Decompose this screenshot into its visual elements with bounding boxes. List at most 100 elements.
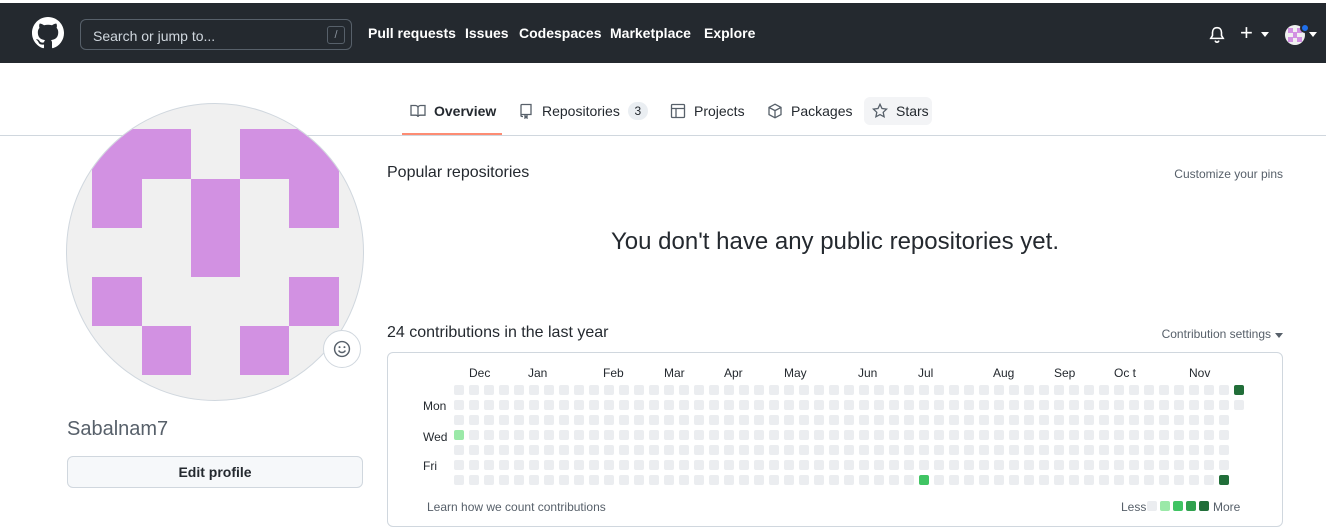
contribution-cell[interactable]: [1189, 460, 1199, 470]
contribution-cell[interactable]: [1159, 430, 1169, 440]
contribution-cell[interactable]: [1159, 475, 1169, 485]
contribution-cell[interactable]: [499, 475, 509, 485]
contribution-cell[interactable]: [979, 415, 989, 425]
contribution-cell[interactable]: [874, 445, 884, 455]
contribution-cell[interactable]: [634, 430, 644, 440]
contribution-cell[interactable]: [589, 400, 599, 410]
contribution-cell[interactable]: [814, 475, 824, 485]
contribution-cell[interactable]: [1234, 400, 1244, 410]
contribution-cell[interactable]: [559, 460, 569, 470]
contribution-cell[interactable]: [889, 385, 899, 395]
contribution-cell[interactable]: [1144, 445, 1154, 455]
create-new-button[interactable]: +: [1240, 22, 1253, 44]
contribution-cell[interactable]: [664, 385, 674, 395]
nav-pull-requests[interactable]: Pull requests: [368, 25, 456, 41]
contribution-cell[interactable]: [1054, 430, 1064, 440]
contribution-cell[interactable]: [484, 460, 494, 470]
contribution-cell[interactable]: [904, 475, 914, 485]
contribution-cell[interactable]: [1174, 400, 1184, 410]
contribution-cell[interactable]: [1129, 475, 1139, 485]
contribution-cell[interactable]: [589, 475, 599, 485]
contribution-cell[interactable]: [994, 385, 1004, 395]
tab-projects[interactable]: Projects: [670, 93, 745, 129]
contribution-cell[interactable]: [454, 460, 464, 470]
contribution-cell[interactable]: [634, 460, 644, 470]
contribution-cell[interactable]: [919, 460, 929, 470]
contribution-cell[interactable]: [1159, 400, 1169, 410]
contribution-cell[interactable]: [1099, 430, 1109, 440]
contribution-cell[interactable]: [979, 445, 989, 455]
contribution-cell[interactable]: [829, 430, 839, 440]
contribution-cell[interactable]: [949, 445, 959, 455]
contribution-cell[interactable]: [1174, 460, 1184, 470]
contribution-cell[interactable]: [619, 460, 629, 470]
contribution-cell[interactable]: [949, 385, 959, 395]
contribution-cell[interactable]: [1024, 475, 1034, 485]
contribution-cell[interactable]: [529, 400, 539, 410]
contribution-cell[interactable]: [844, 430, 854, 440]
contribution-cell[interactable]: [784, 400, 794, 410]
contribution-cell[interactable]: [454, 415, 464, 425]
contribution-cell[interactable]: [1069, 430, 1079, 440]
contribution-cell[interactable]: [1204, 385, 1214, 395]
contribution-cell[interactable]: [1129, 415, 1139, 425]
contribution-cell[interactable]: [484, 385, 494, 395]
contribution-cell[interactable]: [799, 415, 809, 425]
contribution-cell[interactable]: [634, 445, 644, 455]
contribution-cell[interactable]: [784, 460, 794, 470]
contribution-cell[interactable]: [1039, 415, 1049, 425]
contribution-cell[interactable]: [1009, 460, 1019, 470]
contribution-cell[interactable]: [814, 415, 824, 425]
contribution-cell[interactable]: [649, 400, 659, 410]
contribution-cell[interactable]: [1084, 460, 1094, 470]
contribution-cell[interactable]: [934, 475, 944, 485]
contribution-cell[interactable]: [559, 475, 569, 485]
contribution-cell[interactable]: [919, 430, 929, 440]
contribution-cell[interactable]: [1219, 460, 1229, 470]
contribution-cell[interactable]: [844, 445, 854, 455]
contribution-cell[interactable]: [499, 415, 509, 425]
contribution-cell[interactable]: [529, 445, 539, 455]
contribution-cell[interactable]: [499, 385, 509, 395]
contribution-cell[interactable]: [994, 445, 1004, 455]
contribution-cell[interactable]: [1054, 445, 1064, 455]
contribution-cell[interactable]: [859, 460, 869, 470]
contribution-cell[interactable]: [829, 385, 839, 395]
contribution-cell[interactable]: [619, 385, 629, 395]
contribution-cell[interactable]: [784, 430, 794, 440]
contribution-cell[interactable]: [1099, 400, 1109, 410]
contribution-cell[interactable]: [844, 385, 854, 395]
contribution-cell[interactable]: [694, 460, 704, 470]
contribution-cell[interactable]: [469, 445, 479, 455]
contribution-cell[interactable]: [559, 400, 569, 410]
contribution-cell[interactable]: [769, 460, 779, 470]
contribution-cell[interactable]: [1084, 400, 1094, 410]
contribution-cell[interactable]: [514, 475, 524, 485]
contribution-cell[interactable]: [589, 460, 599, 470]
set-status-button[interactable]: [323, 330, 361, 368]
contribution-cell[interactable]: [1069, 415, 1079, 425]
contribution-cell[interactable]: [1039, 460, 1049, 470]
contribution-cell[interactable]: [1144, 400, 1154, 410]
contribution-cell[interactable]: [544, 385, 554, 395]
contribution-cell[interactable]: [1054, 385, 1064, 395]
contribution-cell[interactable]: [589, 415, 599, 425]
contribution-cell[interactable]: [1024, 460, 1034, 470]
contribution-cell[interactable]: [724, 415, 734, 425]
contribution-cell[interactable]: [1114, 445, 1124, 455]
contribution-cell[interactable]: [859, 400, 869, 410]
contribution-cell[interactable]: [754, 430, 764, 440]
contribution-cell[interactable]: [619, 400, 629, 410]
contribution-cell[interactable]: [604, 430, 614, 440]
contribution-cell[interactable]: [1084, 445, 1094, 455]
contribution-cell[interactable]: [1114, 430, 1124, 440]
contribution-cell[interactable]: [679, 385, 689, 395]
contribution-cell[interactable]: [1189, 385, 1199, 395]
contribution-cell[interactable]: [889, 400, 899, 410]
contribution-cell[interactable]: [1069, 460, 1079, 470]
contribution-cell[interactable]: [544, 445, 554, 455]
contribution-cell[interactable]: [709, 430, 719, 440]
nav-issues[interactable]: Issues: [465, 25, 509, 41]
contribution-cell[interactable]: [514, 400, 524, 410]
contribution-cell[interactable]: [529, 415, 539, 425]
